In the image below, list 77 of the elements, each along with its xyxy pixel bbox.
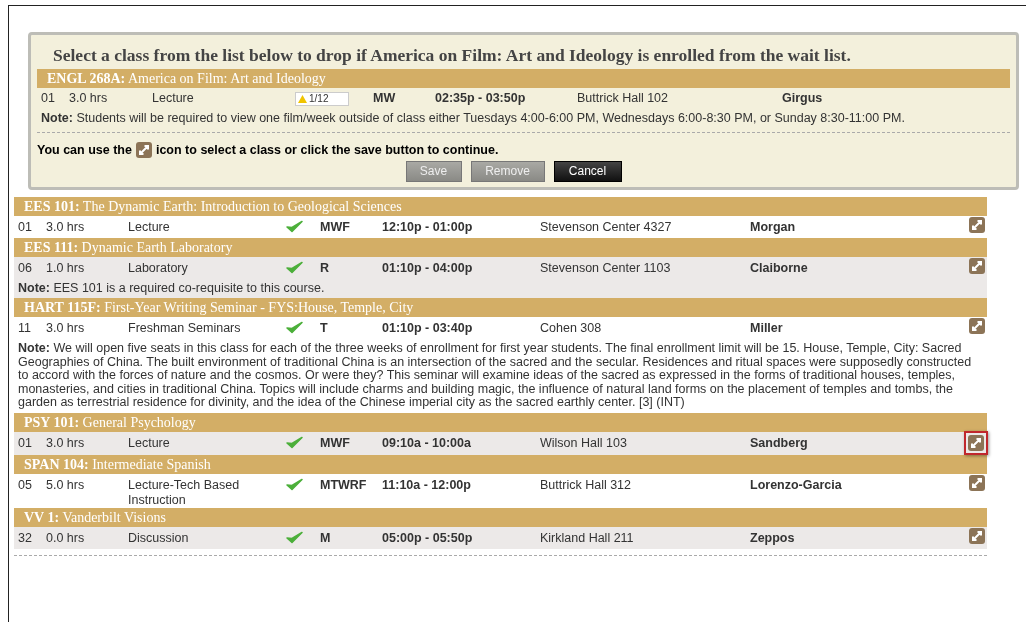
- time: 01:10p - 04:00p: [382, 260, 474, 276]
- instructor: Miller: [750, 321, 784, 337]
- course-header: HART 115F: First-Year Writing Seminar - FYS:House, Temple, City: [14, 298, 987, 318]
- section: 01: [41, 89, 69, 108]
- location: Stevenson Center 1103: [540, 260, 672, 276]
- location: Stevenson Center 4327: [540, 219, 673, 235]
- hours: 3.0 hrs: [46, 321, 86, 337]
- check-icon: [286, 219, 303, 233]
- course-header: EES 101: The Dynamic Earth: Introduction to Geological Sciences: [14, 196, 987, 216]
- time: 12:10p - 01:00p: [382, 219, 474, 235]
- warning-icon: [298, 94, 307, 103]
- location: Buttrick Hall 102: [577, 90, 669, 108]
- section: 05: [18, 477, 46, 493]
- instructor: Girgus: [782, 90, 823, 108]
- location: Kirkland Hall 211: [540, 530, 635, 546]
- swap-button[interactable]: [964, 430, 988, 455]
- check-icon: [286, 477, 303, 491]
- hours: 0.0 hrs: [46, 530, 86, 546]
- check-icon: [286, 321, 303, 335]
- instructor: Lorenzo-Garcia: [750, 477, 843, 493]
- class-type: Lecture: [128, 219, 171, 235]
- instruction-text: You can use the: [37, 142, 132, 159]
- class-type: Freshman Seminars: [128, 321, 242, 337]
- days: M: [320, 530, 382, 546]
- swap-button[interactable]: [969, 527, 985, 544]
- hours: 1.0 hrs: [46, 260, 86, 276]
- course-note: Note: Students will be required to view one film/week outside of class either Tuesdays 4:00-6:00 PM, Wednesdays 6:00-8:30 PM, or Sunday 8:30-11:00 PM.: [40, 110, 906, 127]
- hours: 3.0 hrs: [46, 435, 86, 451]
- check-icon: [286, 435, 303, 449]
- class-type: Lecture: [128, 435, 171, 451]
- swap-icon: [969, 527, 985, 544]
- swap-button[interactable]: [969, 474, 985, 491]
- days: MWF: [320, 219, 382, 235]
- time: 02:35p - 03:50p: [435, 90, 527, 108]
- days: T: [320, 321, 382, 337]
- instruction-text: icon to select a class or click the save button to continue.: [155, 142, 499, 159]
- swap-button[interactable]: [969, 318, 985, 335]
- time: 11:10a - 12:00p: [382, 477, 472, 493]
- days: MTWRF: [320, 477, 382, 493]
- instructor: Morgan: [750, 219, 797, 235]
- swap-button[interactable]: [969, 216, 985, 233]
- hours: 3.0 hrs: [69, 90, 109, 108]
- swap-icon: [135, 142, 152, 159]
- section: 01: [18, 219, 46, 235]
- dialog-title: Select a class from the list below to drop if America on Film: Art and Ideology is enrolled from the wait list.: [52, 44, 852, 67]
- location: Cohen 308: [540, 321, 603, 337]
- time: 05:00p - 05:50p: [382, 530, 474, 546]
- class-type: Discussion: [128, 530, 190, 546]
- instructor: Zeppos: [750, 530, 796, 546]
- instructor: Claiborne: [750, 260, 809, 276]
- location: Buttrick Hall 312: [540, 477, 632, 493]
- swap-icon: [969, 257, 985, 274]
- swap-button[interactable]: [969, 257, 985, 274]
- instructor: Sandberg: [750, 435, 809, 451]
- days: R: [320, 260, 382, 276]
- swap-icon: [968, 434, 984, 451]
- section: 32: [18, 530, 46, 546]
- class-type: Laboratory: [128, 260, 189, 276]
- course-note: Note: We will open five seats in this class for each of the three weeks of enrollment for first year students. The final enrollment limit will be 15. House, Temple, City: Sacred Geographies of China. The built environment of traditional China is an intersection of the sacred and the secular. Residences and ritual spaces were supposedly constructed to accord with the forces of nature and the cosmos. Or were they? This seminar will examine ideas of the sacred as expressed in the forms of traditional houses, temples, monasteries, and cities in traditional China. Topics will include charms and building magic, the influence of natural land forms on the placement of temples and tombs, the garden as terrestrial residence for divinity, and the idea of the Chinese imperial city as the sacred earthly center. [3] (INT): [17, 340, 973, 412]
- section: 01: [18, 435, 46, 451]
- section: 11: [18, 321, 46, 337]
- days: MWF: [320, 435, 382, 451]
- course-note: Note: EES 101 is a required co-requisite to this course.: [17, 279, 326, 297]
- days: MW: [373, 89, 435, 108]
- time: 01:10p - 03:40p: [382, 321, 474, 337]
- hours: 5.0 hrs: [46, 477, 86, 493]
- check-icon: [286, 530, 303, 544]
- location: Wilson Hall 103: [540, 435, 628, 451]
- check-icon: [286, 260, 303, 274]
- section: 06: [18, 260, 46, 276]
- class-type: Lecture-Tech Based Instruction: [128, 477, 241, 508]
- class-type: Lecture: [152, 90, 195, 108]
- dialog-button[interactable]: Cancel: [553, 160, 622, 182]
- hours: 3.0 hrs: [46, 219, 86, 235]
- waitlist-count: 1/12: [309, 92, 329, 106]
- time: 09:10a - 10:00a: [382, 435, 472, 451]
- course-header: ENGL 268A: America on Film: Art and Ideology: [37, 69, 1010, 88]
